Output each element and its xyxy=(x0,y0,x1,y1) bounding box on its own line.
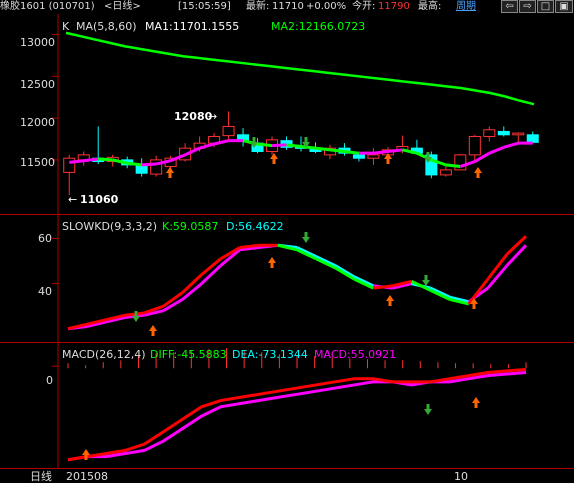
candle-body xyxy=(439,169,452,176)
date-start: 201508 xyxy=(66,470,108,483)
ma-short-segment xyxy=(488,145,505,155)
price-panel-prefix: K xyxy=(62,20,70,33)
ma-short-segment xyxy=(271,143,287,148)
ma-short-segment xyxy=(387,148,403,154)
macd-panel-title: MACD(26,12,4) xyxy=(62,348,146,361)
macd-diff-label: DIFF:-45.5883 xyxy=(150,348,227,361)
ma60-line xyxy=(65,31,535,106)
period-label[interactable]: 日线 xyxy=(30,470,52,483)
candle-body xyxy=(468,135,481,156)
candle-body xyxy=(497,130,510,136)
ma-short-segment xyxy=(127,161,142,167)
ma-short-segment xyxy=(141,162,157,167)
ma-short-segment xyxy=(286,143,302,148)
buy-arrow-icon xyxy=(166,167,174,178)
candle-body xyxy=(222,125,235,137)
candle-body xyxy=(367,154,380,159)
sell-arrow-icon xyxy=(302,232,310,243)
low-annotation-arrow: ← xyxy=(68,193,78,206)
kd-tick: 60 xyxy=(38,232,52,245)
panel-divider xyxy=(0,214,574,215)
macd-diff-line xyxy=(67,367,527,462)
kd-panel-title: SLOWKD(9,3,3,2) xyxy=(62,220,158,233)
ma-short-segment xyxy=(344,150,360,155)
ma2-label: MA2:12166.0723 xyxy=(271,20,366,33)
high-annotation: 12080 xyxy=(174,110,213,123)
candle-body xyxy=(483,129,496,137)
price-tick: 11500 xyxy=(20,156,55,169)
candle-body xyxy=(526,134,539,143)
ma-short-segment xyxy=(300,145,316,150)
kd-d-label: D:56.4622 xyxy=(226,220,284,233)
candle-body xyxy=(512,132,525,136)
sell-arrow-icon xyxy=(422,275,430,286)
price-tick: 12000 xyxy=(20,116,55,129)
price-tick: 12500 xyxy=(20,78,55,91)
buy-arrow-icon xyxy=(270,153,278,164)
ma-short-segment xyxy=(445,163,461,169)
panel-divider xyxy=(0,342,574,343)
ma-short-segment xyxy=(83,157,99,163)
ma-short-segment xyxy=(257,142,273,148)
ma-short-segment xyxy=(98,157,113,162)
ma-short-segment xyxy=(69,159,84,164)
kd-k-label: K:59.0587 xyxy=(162,220,219,233)
ma-short-segment xyxy=(315,146,331,152)
chart-canvas[interactable] xyxy=(0,0,574,483)
kd-tick: 40 xyxy=(38,285,52,298)
macd-value-label: MACD:55.0921 xyxy=(314,348,397,361)
kd-d-segment xyxy=(505,244,528,267)
buy-arrow-icon xyxy=(474,167,482,178)
buy-arrow-icon xyxy=(386,295,394,306)
low-annotation: 11060 xyxy=(80,193,119,206)
buy-arrow-icon xyxy=(268,257,276,268)
ma-short-segment xyxy=(503,141,519,149)
candle-body xyxy=(63,157,76,173)
panel-divider xyxy=(0,468,574,469)
high-annotation-arrow: → xyxy=(208,110,218,123)
macd-dea-label: DEA:-73.1344 xyxy=(232,348,308,361)
buy-arrow-icon xyxy=(472,397,480,408)
ma-short-segment xyxy=(373,150,389,155)
ma1-label: MA1:11701.1555 xyxy=(145,20,240,33)
date-marker: 10 xyxy=(454,470,468,483)
candle-body xyxy=(454,154,467,171)
buy-arrow-icon xyxy=(149,325,157,336)
price-panel-title: MA(5,8,60) xyxy=(76,20,137,33)
ma-short-segment xyxy=(329,148,345,154)
sell-arrow-icon xyxy=(424,404,432,415)
macd-tick: 0 xyxy=(46,374,53,387)
candle-body xyxy=(352,154,365,159)
kd-k-segment xyxy=(505,235,528,256)
price-tick: 13000 xyxy=(20,36,55,49)
